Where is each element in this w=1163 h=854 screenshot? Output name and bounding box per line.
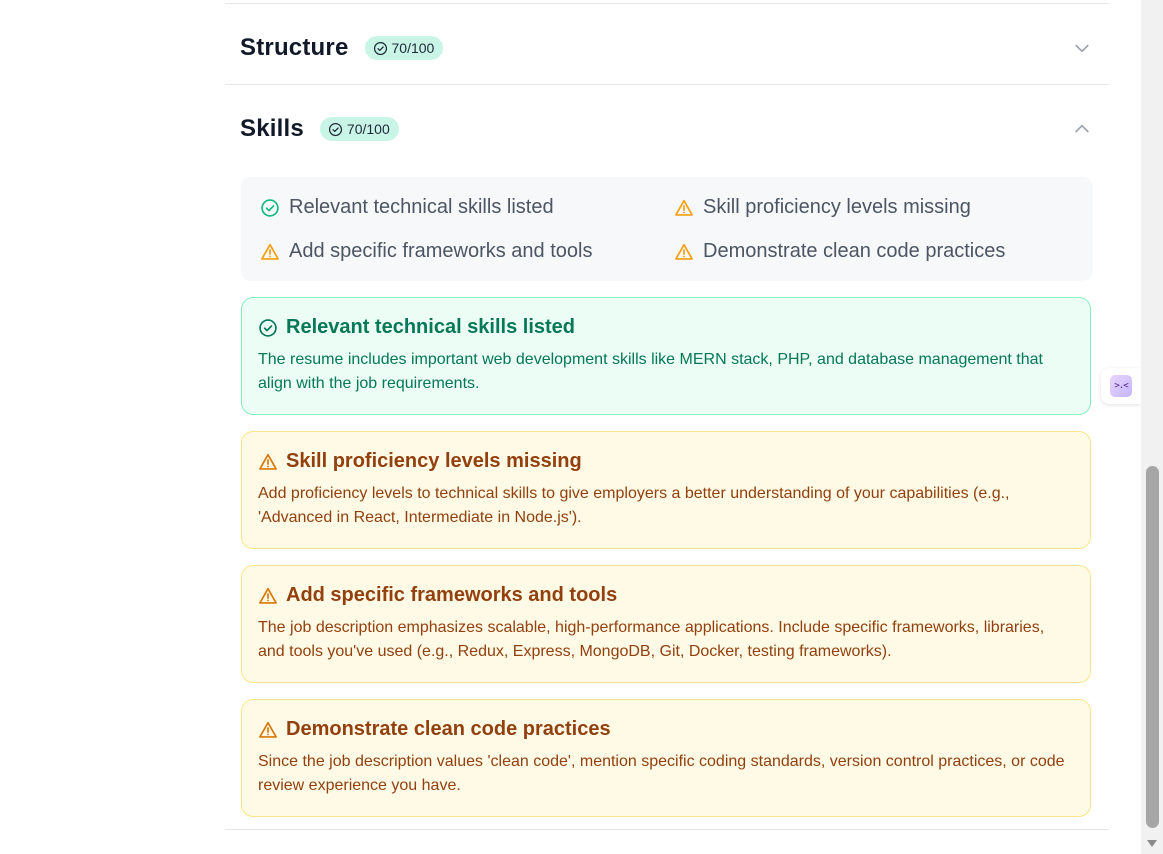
feedback-card-title: Skill proficiency levels missing [258, 450, 1074, 473]
check-circle-icon [259, 318, 277, 337]
skills-score: 70/100 [346, 121, 390, 137]
feedback-card-body: Add proficiency levels to technical skil… [258, 485, 1010, 526]
feedback-card-title-text: Demonstrate clean code practices [286, 718, 611, 740]
feedback-card-title: Add specific frameworks and tools [258, 584, 1074, 607]
structure-score: 70/100 [391, 40, 435, 56]
warning-icon [675, 243, 693, 260]
skills-summary: Relevant technical skills listed Skill p… [241, 177, 1093, 281]
feedback-card-title-text: Relevant technical skills listed [286, 316, 576, 338]
structure-section-title: Structure [240, 34, 349, 61]
summary-item: Skill proficiency levels missing [674, 196, 971, 219]
summary-item-label: Add specific frameworks and tools [289, 240, 593, 262]
check-circle-icon [373, 41, 387, 55]
divider [225, 829, 1109, 830]
scroll-down-arrow-icon[interactable] [1144, 836, 1160, 850]
structure-score-badge: 70/100 [364, 36, 444, 60]
divider [225, 84, 1109, 85]
feedback-card-body: The job description emphasizes scalable,… [258, 619, 1045, 660]
feedback-card-title: Demonstrate clean code practices [258, 718, 1074, 741]
warning-icon [261, 243, 279, 260]
skills-section-title: Skills [240, 115, 304, 142]
check-circle-icon [261, 198, 279, 217]
feedback-card-body: The resume includes important web develo… [258, 351, 1043, 392]
check-circle-icon [328, 122, 342, 136]
chevron-up-icon[interactable] [1072, 119, 1092, 139]
feedback-card-title-text: Add specific frameworks and tools [286, 584, 618, 606]
feedback-card-title: Relevant technical skills listed [258, 316, 1074, 339]
warning-icon [259, 453, 277, 470]
skills-section-header[interactable]: Skills 70/100 [240, 109, 1092, 149]
assistant-widget-button[interactable]: >.< [1101, 368, 1141, 404]
warning-icon [259, 587, 277, 604]
skills-score-badge: 70/100 [319, 117, 399, 141]
summary-item-label: Relevant technical skills listed [289, 196, 554, 218]
warning-icon [675, 199, 693, 216]
feedback-card-warning: Skill proficiency levels missing Add pro… [241, 431, 1091, 549]
feedback-card-warning: Add specific frameworks and tools The jo… [241, 565, 1091, 683]
summary-item: Add specific frameworks and tools [260, 240, 592, 263]
summary-item: Relevant technical skills listed [260, 196, 554, 219]
summary-item-label: Demonstrate clean code practices [703, 240, 1006, 262]
feedback-card-title-text: Skill proficiency levels missing [286, 450, 582, 472]
chevron-down-icon[interactable] [1072, 38, 1092, 58]
feedback-card-good: Relevant technical skills listed The res… [241, 297, 1091, 415]
warning-icon [259, 721, 277, 738]
summary-item: Demonstrate clean code practices [674, 240, 1005, 263]
feedback-card-warning: Demonstrate clean code practices Since t… [241, 699, 1091, 817]
scrollbar-thumb[interactable] [1146, 466, 1159, 828]
feedback-card-body: Since the job description values 'clean … [258, 753, 1065, 794]
summary-item-label: Skill proficiency levels missing [703, 196, 971, 218]
structure-section-header[interactable]: Structure 70/100 [240, 28, 1092, 68]
assistant-icon-glyph: >.< [1114, 381, 1128, 391]
divider [225, 3, 1109, 4]
assistant-icon: >.< [1110, 375, 1132, 397]
